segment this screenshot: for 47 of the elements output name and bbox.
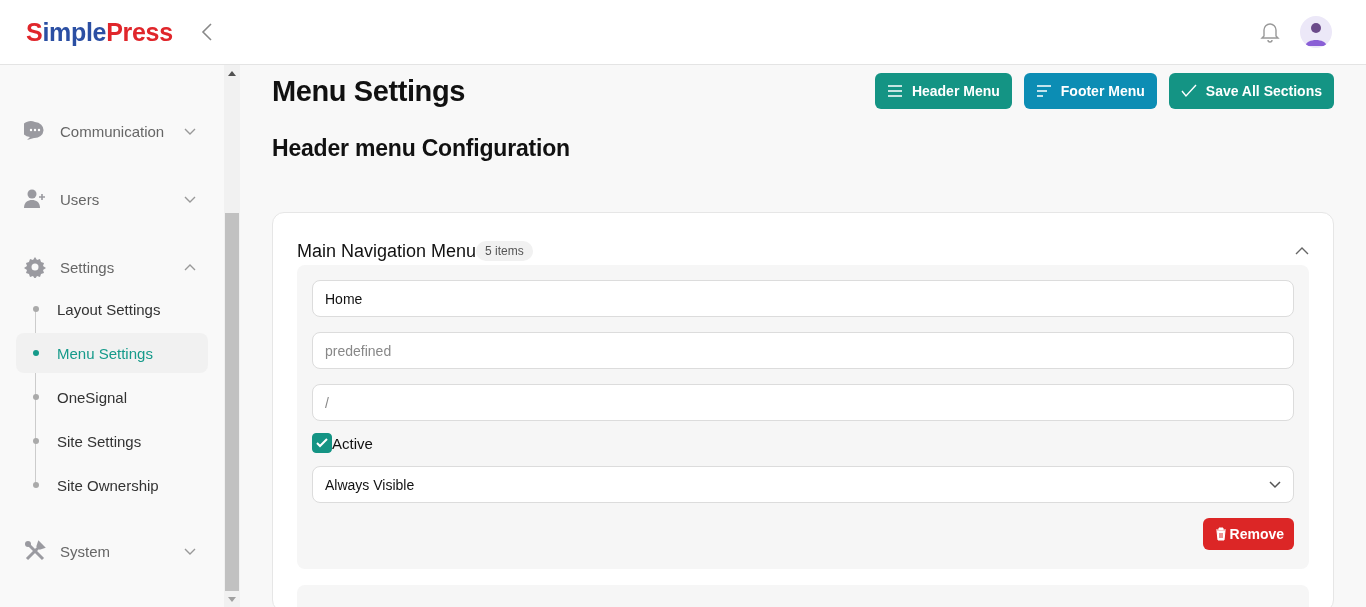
trash-icon (1214, 527, 1227, 541)
chevron-up-icon[interactable] (1295, 246, 1309, 256)
sidebar-item[interactable]: Users (16, 177, 208, 221)
chevron-down-icon (184, 546, 196, 556)
gear-icon (24, 256, 46, 278)
chevron-down-icon (184, 194, 196, 204)
chat-bubble-icon (24, 120, 46, 142)
checkbox[interactable] (312, 433, 332, 453)
user-add-icon (24, 188, 46, 210)
dropdown[interactable]: Always Visible (312, 466, 1294, 503)
input-field[interactable]: predefined (312, 332, 1294, 369)
sidebar-item[interactable]: Communication (16, 109, 208, 153)
count-badge: 5 items (476, 241, 533, 261)
bullet-icon (33, 438, 39, 444)
toolbar-button[interactable]: Footer Menu (1023, 73, 1157, 109)
bullet-icon (33, 306, 39, 312)
checkbox-label: Active (332, 434, 373, 452)
tools-icon (24, 540, 46, 562)
input-field[interactable]: / (312, 384, 1294, 421)
section-heading: Header menu Configuration (272, 135, 571, 162)
chevron-up-icon (184, 262, 196, 272)
bullet-icon (33, 482, 39, 488)
submenu-item[interactable]: Site Settings (16, 421, 208, 461)
input-field[interactable]: Home (312, 280, 1294, 317)
page-title: Menu Settings (272, 74, 466, 108)
submenu-item[interactable]: Menu Settings (16, 333, 208, 373)
chevron-down-icon (184, 126, 196, 136)
toolbar-button[interactable]: Save All Sections (1168, 73, 1334, 109)
lines-icon (1035, 83, 1052, 99)
avatar[interactable] (1300, 16, 1332, 48)
bell-icon[interactable] (1260, 21, 1280, 43)
toolbar-button[interactable]: Header Menu (874, 73, 1012, 109)
remove-button[interactable]: Remove (1202, 518, 1294, 550)
chevron-left-icon[interactable] (200, 23, 213, 41)
logo: SimplePress (26, 17, 173, 47)
sidebar-item[interactable]: System (16, 529, 208, 573)
bullet-icon (33, 394, 39, 400)
check-icon (1180, 83, 1197, 99)
submenu-item[interactable]: Layout Settings (16, 289, 208, 329)
menu-icon (886, 83, 903, 99)
submenu-item[interactable]: OneSignal (16, 377, 208, 417)
card-title: Main Navigation Menu (297, 240, 477, 262)
sidebar-item[interactable]: Settings (16, 245, 208, 289)
bullet-icon (33, 350, 39, 356)
submenu-item[interactable]: Site Ownership (16, 465, 208, 505)
chevron-down-icon (1269, 480, 1281, 489)
scrollbar[interactable] (224, 65, 240, 607)
